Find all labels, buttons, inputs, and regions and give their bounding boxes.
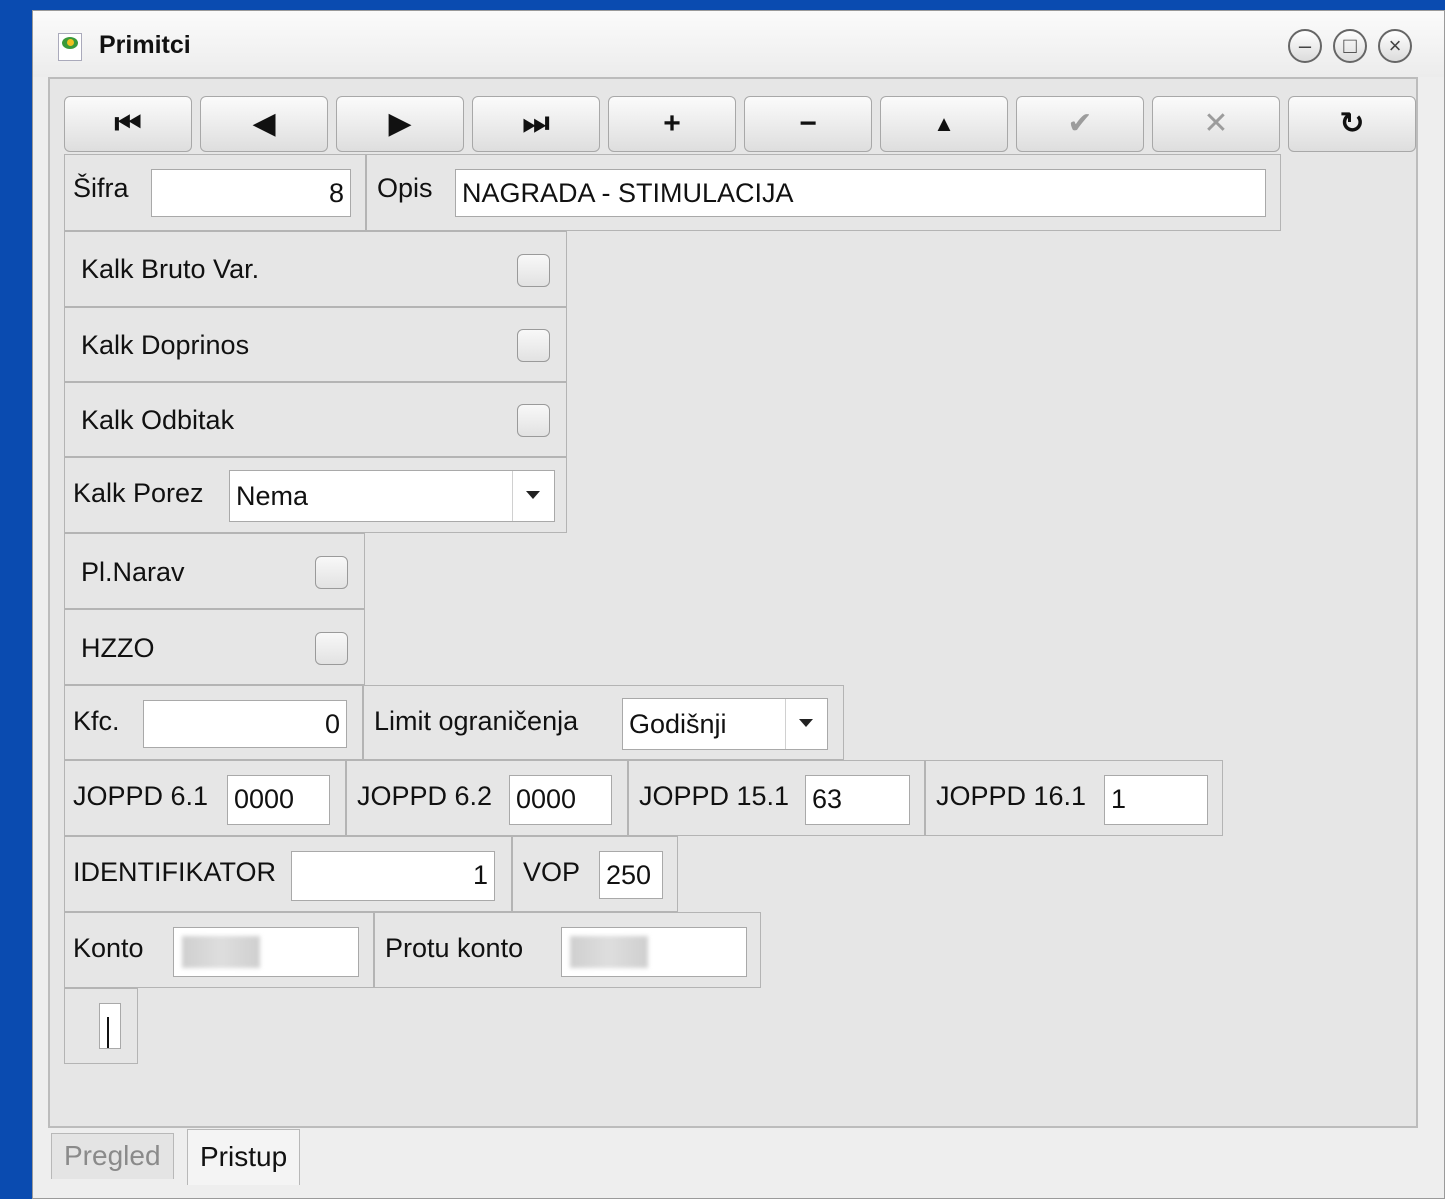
joppd61-input[interactable]: 0000 [227,775,330,825]
first-record-icon: ⏮ [114,107,142,140]
joppd161-input[interactable]: 1 [1104,775,1208,825]
hzzo-label: HZZO [81,633,155,663]
protu-konto-input[interactable] [561,927,747,977]
hzzo-checkbox[interactable] [315,632,348,665]
kalk-porez-select[interactable]: Nema [229,470,555,522]
add-record-button[interactable]: + [608,96,736,152]
konto-input[interactable] [173,927,359,977]
kalk-doprinos-cell[interactable]: Kalk Doprinos [64,307,567,382]
kalk-porez-cell: Kalk Porez Nema [64,457,567,533]
window-title: Primitci [99,31,191,59]
text-caret [107,1017,109,1048]
close-button[interactable]: × [1378,29,1412,63]
joppd62-input[interactable]: 0000 [509,775,612,825]
maximize-button[interactable]: □ [1333,29,1367,63]
protu-konto-label: Protu konto [385,933,524,963]
identifikator-input[interactable]: 1 [291,851,495,901]
opis-cell: Opis NAGRADA - STIMULACIJA [366,154,1281,231]
kfc-cell: Kfc. 0 [64,685,363,760]
joppd151-label: JOPPD 15.1 [639,781,790,811]
confirm-button[interactable]: ✔ [1016,96,1144,152]
limit-value: Godišnji [629,709,727,739]
edit-record-button[interactable]: ▲ [880,96,1008,152]
kalk-doprinos-label: Kalk Doprinos [81,330,250,360]
kalk-porez-label: Kalk Porez [73,478,204,508]
prev-record-button[interactable]: ◀ [200,96,328,152]
konto-label: Konto [73,933,144,963]
x-icon: ✕ [1203,107,1229,140]
kalk-bruto-label: Kalk Bruto Var. [81,254,260,284]
kfc-label: Kfc. [73,706,120,736]
tab-pregled[interactable]: Pregled [51,1133,174,1179]
joppd62-label: JOPPD 6.2 [357,781,493,811]
delete-record-button[interactable]: − [744,96,872,152]
kalk-bruto-checkbox[interactable] [517,254,550,287]
minimize-icon: – [1298,33,1312,58]
limit-cell: Limit ograničenja Godišnji [363,685,844,760]
joppd151-input[interactable]: 63 [805,775,910,825]
last-record-button[interactable]: ⏭ [472,96,600,152]
limit-label: Limit ograničenja [374,706,579,736]
chevron-down-icon[interactable] [512,471,554,521]
opis-input[interactable]: NAGRADA - STIMULACIJA [455,169,1266,217]
minimize-button[interactable]: – [1288,29,1322,63]
kalk-porez-value: Nema [236,481,309,511]
pl-narav-cell[interactable]: Pl.Narav [64,533,365,609]
caret-up-icon: ▲ [933,111,955,136]
joppd161-cell: JOPPD 16.1 1 [925,760,1223,836]
vop-label: VOP [523,857,581,887]
next-record-button[interactable]: ▶ [336,96,464,152]
prev-record-icon: ◀ [252,107,276,140]
limit-select[interactable]: Godišnji [622,698,828,750]
kalk-odbitak-label: Kalk Odbitak [81,405,235,435]
redacted-value [182,936,260,968]
tab-pristup[interactable]: Pristup [187,1129,301,1185]
sifra-cell: Šifra 8 [64,154,366,231]
kalk-odbitak-cell[interactable]: Kalk Odbitak [64,382,567,457]
extra-input[interactable] [99,1003,121,1049]
kalk-bruto-cell[interactable]: Kalk Bruto Var. [64,231,567,307]
cancel-button[interactable]: ✕ [1152,96,1280,152]
app-icon [58,33,82,61]
pl-narav-checkbox[interactable] [315,556,348,589]
last-record-icon: ⏭ [522,107,550,140]
opis-label: Opis [377,173,433,203]
refresh-icon: ↻ [1339,107,1365,140]
chevron-down-icon[interactable] [785,699,827,749]
minus-icon: − [799,107,817,140]
kfc-input[interactable]: 0 [143,700,347,748]
kalk-doprinos-checkbox[interactable] [517,329,550,362]
joppd61-label: JOPPD 6.1 [73,781,209,811]
check-icon: ✔ [1067,107,1093,140]
title-bar: Primitci – □ × [33,11,1444,77]
close-icon: × [1388,33,1402,58]
pl-narav-label: Pl.Narav [81,557,185,587]
kalk-odbitak-checkbox[interactable] [517,404,550,437]
konto-cell: Konto [64,912,374,988]
joppd61-cell: JOPPD 6.1 0000 [64,760,346,836]
sifra-input[interactable]: 8 [151,169,351,217]
joppd151-cell: JOPPD 15.1 63 [628,760,925,836]
vop-cell: VOP 250 [512,836,678,912]
extra-cell [64,988,138,1064]
plus-icon: + [663,107,681,140]
joppd161-label: JOPPD 16.1 [936,781,1087,811]
joppd62-cell: JOPPD 6.2 0000 [346,760,628,836]
identifikator-label: IDENTIFIKATOR [73,857,277,887]
refresh-button[interactable]: ↻ [1288,96,1416,152]
next-record-icon: ▶ [388,107,412,140]
first-record-button[interactable]: ⏮ [64,96,192,152]
sifra-label: Šifra [73,173,129,203]
protu-konto-cell: Protu konto [374,912,761,988]
identifikator-cell: IDENTIFIKATOR 1 [64,836,512,912]
vop-input[interactable]: 250 [599,851,663,899]
redacted-value [570,936,648,968]
maximize-icon: □ [1343,33,1357,58]
form-panel: ⏮ ◀ ▶ ⏭ + − ▲ ✔ ✕ ↻ Šifra 8 Opis NAGRADA… [48,77,1418,1128]
hzzo-cell[interactable]: HZZO [64,609,365,685]
primitci-window: Primitci – □ × ⏮ ◀ ▶ ⏭ + − ▲ ✔ ✕ ↻ Šifra… [32,10,1445,1199]
